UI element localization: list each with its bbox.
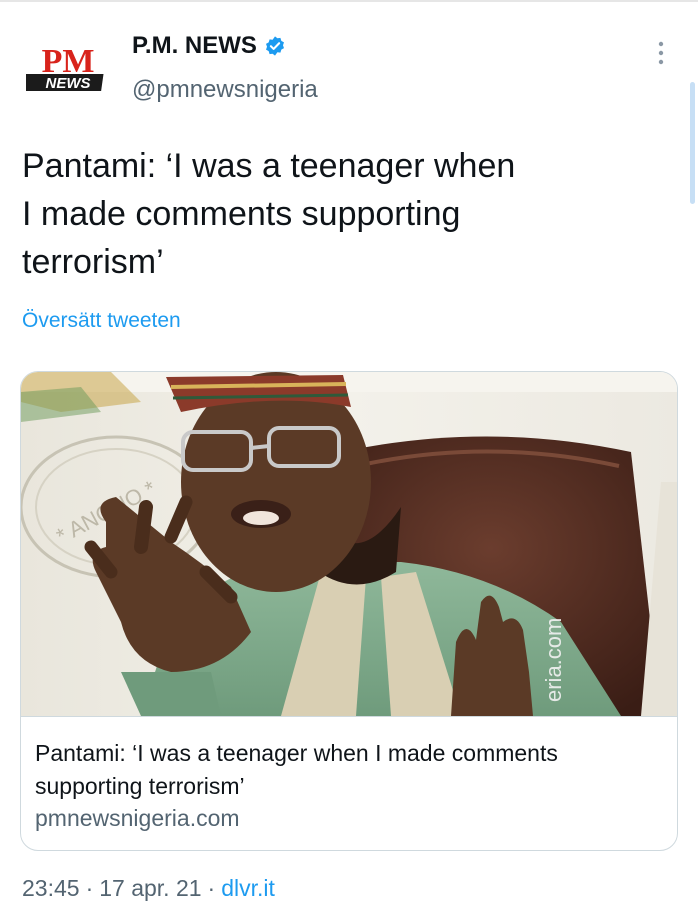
tweet-source-link[interactable]: dlvr.it bbox=[221, 875, 275, 902]
link-card-domain: pmnewsnigeria.com bbox=[35, 805, 240, 831]
logo-news-text: NEWS bbox=[46, 75, 91, 92]
scrollbar[interactable] bbox=[690, 82, 695, 204]
verified-badge-icon bbox=[265, 36, 284, 56]
tweet-text-line: terrorism’ bbox=[22, 243, 164, 281]
top-divider bbox=[0, 0, 698, 2]
tweet-meta: 23:45 · 17 apr. 21 · dlvr.it bbox=[22, 875, 275, 902]
account-name-row[interactable]: P.M. NEWS bbox=[132, 32, 286, 60]
meta-separator: · bbox=[85, 875, 94, 901]
tweet-text: Pantami: ‘I was a teenager when I made c… bbox=[22, 142, 642, 286]
link-card-title[interactable]: Pantami: ‘I was a teenager when I made c… bbox=[35, 737, 665, 803]
photo-watermark: eria.com bbox=[541, 618, 566, 702]
link-card[interactable]: * ANONO * eria.com Pantami: ‘I was a tee… bbox=[20, 371, 678, 851]
meta-separator: · bbox=[207, 875, 216, 901]
pm-news-logo[interactable]: PM NEWS bbox=[26, 42, 110, 94]
account-handle[interactable]: @pmnewsnigeria bbox=[132, 76, 318, 104]
tweet-header: PM NEWS P.M. NEWS @pmnewsnigeria bbox=[26, 30, 676, 110]
translate-tweet-link[interactable]: Översätt tweeten bbox=[22, 309, 181, 333]
tweet-date[interactable]: 17 apr. 21 bbox=[99, 875, 201, 902]
link-card-body[interactable]: Pantami: ‘I was a teenager when I made c… bbox=[21, 716, 677, 850]
tweet-text-line: Pantami: ‘I was a teenager when bbox=[22, 147, 516, 185]
more-options-icon[interactable] bbox=[656, 40, 666, 66]
account-name[interactable]: P.M. NEWS bbox=[132, 32, 257, 60]
link-card-title-line: supporting terrorism’ bbox=[35, 773, 245, 799]
tweet-text-line: I made comments supporting bbox=[22, 195, 461, 233]
article-photo: * ANONO * eria.com bbox=[21, 372, 677, 716]
link-card-title-line: Pantami: ‘I was a teenager when I made c… bbox=[35, 740, 558, 766]
tweet-time[interactable]: 23:45 bbox=[22, 875, 80, 902]
